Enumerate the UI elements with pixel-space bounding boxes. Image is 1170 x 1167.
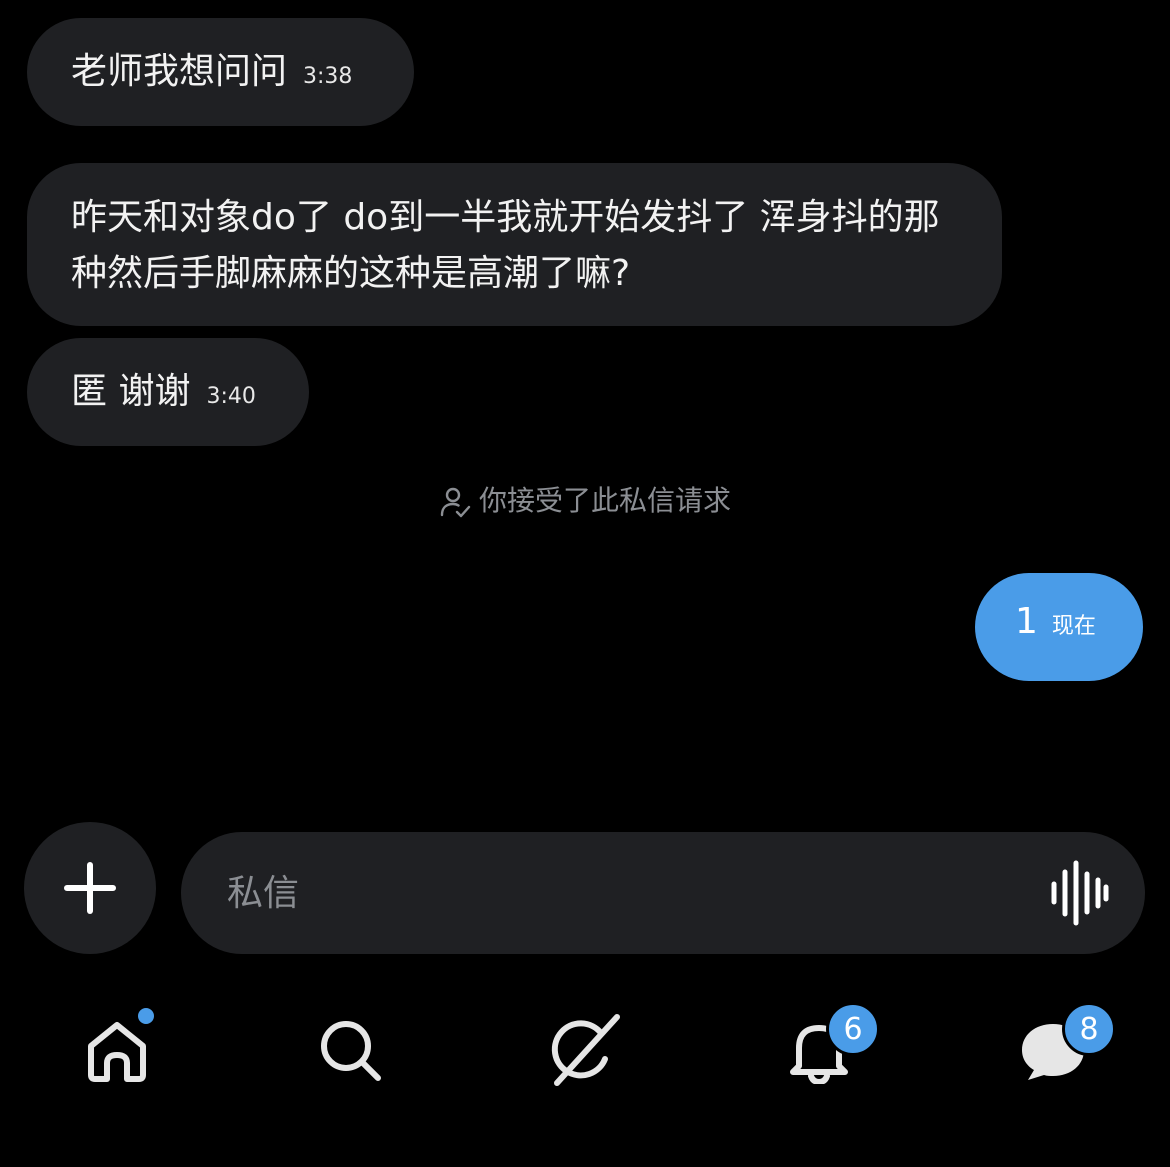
message-text: 昨天和对象do了 do到一半我就开始发抖了 浑身抖的那种然后手脚麻麻的这种是高潮… <box>71 197 940 294</box>
search-icon <box>321 1021 381 1081</box>
home-unread-dot <box>136 1006 156 1026</box>
messages-badge: 8 <box>1062 1002 1116 1056</box>
message-time: 现在 <box>1051 614 1096 639</box>
person-check-icon <box>440 487 471 518</box>
nav-home[interactable] <box>62 996 172 1106</box>
message-bubble-incoming[interactable]: 匿 谢谢 3:40 <box>27 338 309 446</box>
plus-icon <box>64 862 116 914</box>
nav-search[interactable] <box>296 996 406 1106</box>
nav-notifications[interactable]: 6 <box>764 996 880 1106</box>
nav-messages[interactable]: 8 <box>998 996 1116 1106</box>
grok-icon <box>551 1014 620 1086</box>
message-bubble-incoming[interactable]: 昨天和对象do了 do到一半我就开始发抖了 浑身抖的那种然后手脚麻麻的这种是高潮… <box>27 163 1002 326</box>
message-time: 3:40 <box>206 384 256 409</box>
voice-message-button[interactable] <box>1049 860 1109 926</box>
add-attachment-button[interactable] <box>24 822 156 954</box>
message-text: 匿 谢谢 <box>71 371 191 412</box>
notifications-badge: 6 <box>826 1002 880 1056</box>
message-text: 1 <box>1015 601 1038 642</box>
message-input[interactable] <box>227 860 1007 926</box>
dm-conversation-screen: 老师我想问问 3:38 昨天和对象do了 do到一半我就开始发抖了 浑身抖的那种然… <box>0 0 1170 1167</box>
message-composer <box>181 832 1145 954</box>
nav-grok[interactable] <box>530 996 640 1106</box>
home-icon <box>88 1022 146 1082</box>
message-bubble-outgoing[interactable]: 1 现在 <box>975 573 1143 681</box>
message-text: 老师我想问问 <box>71 51 288 92</box>
message-time: 3:38 <box>303 64 353 89</box>
request-accepted-note: 你接受了此私信请求 <box>0 478 1170 524</box>
system-note-text: 你接受了此私信请求 <box>478 484 731 517</box>
waveform-icon <box>1051 860 1109 926</box>
message-bubble-incoming[interactable]: 老师我想问问 3:38 <box>27 18 414 126</box>
